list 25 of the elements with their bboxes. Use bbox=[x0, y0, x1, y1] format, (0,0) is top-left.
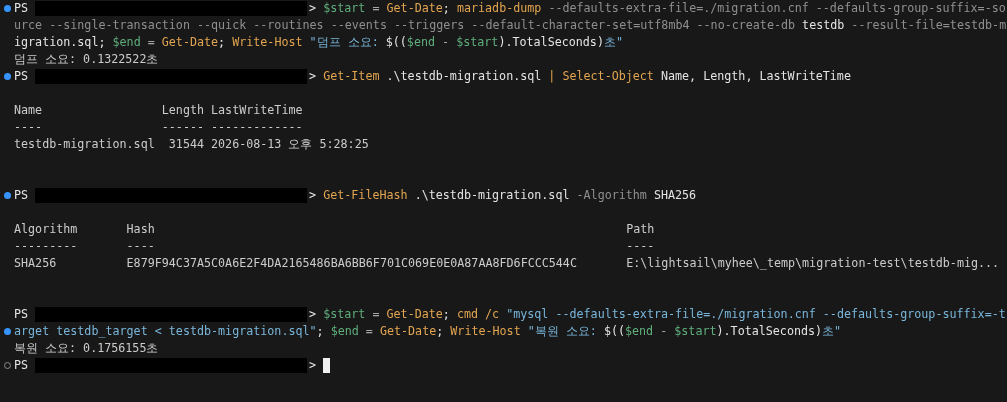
command-text: urce --single-transaction --quick --routines --events --triggers --default-character-set=utf8mb4 --no-create-db testdb --result-file=testdb-m bbox=[14, 17, 1007, 34]
prompt-label: PS bbox=[14, 68, 29, 85]
command-text: Get-FileHash .\testdb-migration.sql -Algorithm SHA256 bbox=[322, 187, 697, 204]
prompt-symbol: > bbox=[309, 306, 317, 323]
output-text: ---- ------ ------------- bbox=[14, 119, 303, 136]
command-text: igration.sql; $end = Get-Date; Write-Host "덤프 소요: $(($end - $start).TotalSeconds)초" bbox=[14, 34, 623, 51]
output-text: 복원 소요: 0.1756155초 bbox=[14, 340, 159, 357]
output-text: Algorithm Hash Path bbox=[14, 221, 655, 238]
output-text: --------- ---- ---- bbox=[14, 238, 655, 255]
prompt-label: PS bbox=[14, 306, 29, 323]
prompt-symbol: > bbox=[309, 187, 317, 204]
prompt-label: PS bbox=[14, 187, 29, 204]
output-text: testdb-migration.sql 31544 2026-08-13 오후 5:28:25 bbox=[14, 136, 369, 153]
command-text: arget testdb_target < testdb-migration.sql"; $end = Get-Date; Write-Host "복원 소요: $(($end - $start).TotalSeconds)초" bbox=[14, 323, 842, 340]
command-text: $start = Get-Date; cmd /c "mysql --defaults-extra-file=./migration.cnf --defaults-group-suffix=-t bbox=[322, 306, 1006, 323]
output-text: 덤프 소요: 0.1322522초 bbox=[14, 51, 159, 68]
output-text: SHA256 E879F94C37A5C0A6E2F4DA2165486BA6BB6F701C069E0E0A87AA8FD6FCCC544C E:\lightsail\myhee\_temp\migration-test\testdb-mig... bbox=[14, 255, 1000, 272]
output-text: Name Length LastWriteTime bbox=[14, 102, 303, 119]
prompt-label: PS bbox=[14, 357, 29, 374]
prompt-label: PS bbox=[14, 0, 29, 17]
prompt-symbol: > bbox=[309, 357, 317, 374]
command-text: Get-Item .\testdb-migration.sql | Select-Object Name, Length, LastWriteTime bbox=[322, 68, 851, 85]
prompt-symbol: > bbox=[309, 68, 317, 85]
prompt-symbol: > bbox=[309, 0, 317, 17]
command-text: $start = Get-Date; mariadb-dump --defaults-extra-file=./migration.cnf --defaults-group-suffix=-so bbox=[322, 0, 1006, 17]
